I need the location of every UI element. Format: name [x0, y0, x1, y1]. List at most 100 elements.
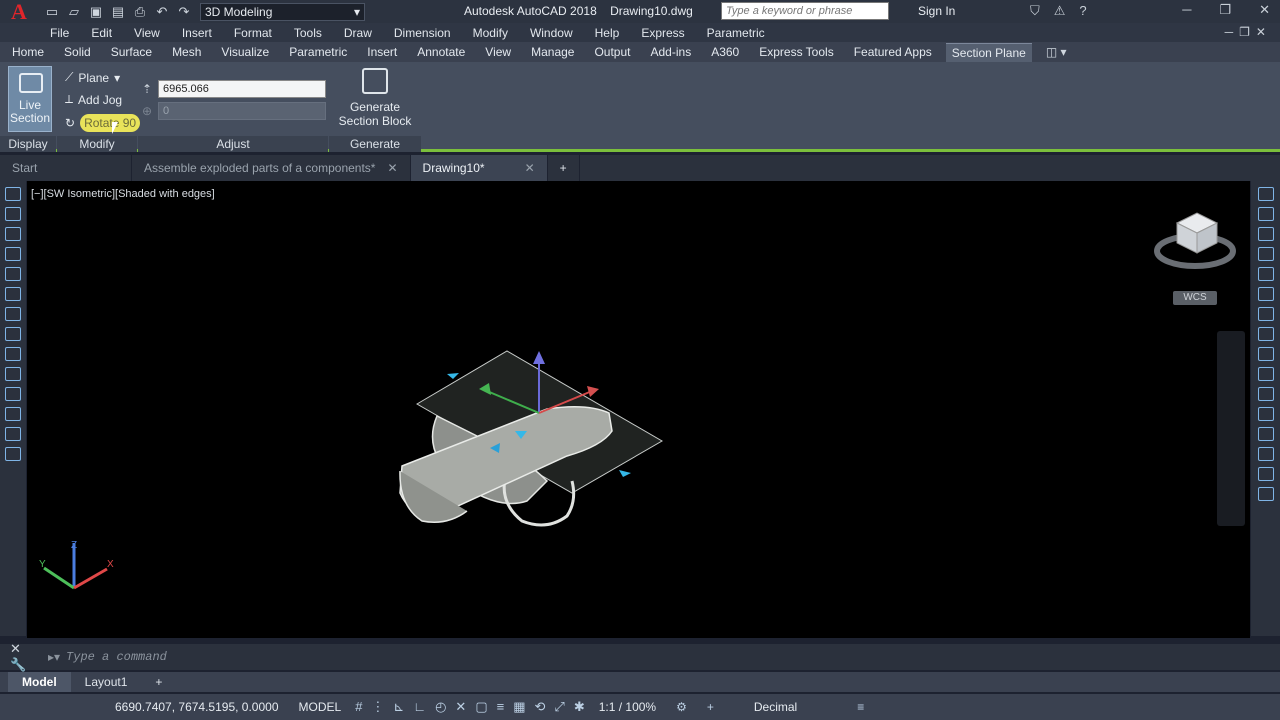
region-icon[interactable] — [5, 407, 21, 421]
add-jog-button[interactable]: ⟂ Add Jog — [65, 92, 122, 107]
close-tab-icon[interactable]: ✕ — [387, 161, 397, 175]
wcs-badge[interactable]: WCS — [1173, 291, 1217, 305]
scale-icon[interactable] — [1257, 327, 1274, 341]
coordinates-readout[interactable]: 6690.7407, 7674.5195, 0.0000 — [115, 700, 279, 714]
units-dropdown[interactable]: Decimal — [754, 700, 797, 714]
tab-section-plane[interactable]: Section Plane — [945, 42, 1032, 62]
snap-icon[interactable]: ⋮ — [371, 699, 384, 715]
erase-icon[interactable] — [1257, 187, 1274, 201]
command-prompt-icon[interactable]: ▸▾ — [48, 650, 60, 664]
explode-icon[interactable] — [1257, 487, 1274, 501]
hatch-icon[interactable] — [5, 387, 21, 401]
insert-block-icon[interactable] — [5, 347, 21, 361]
file-tab-drawing10[interactable]: Drawing10* ✕ — [410, 155, 548, 181]
close-tab-icon[interactable]: ✕ — [525, 161, 535, 175]
section-offset-field[interactable]: 6965.066 — [158, 80, 326, 98]
help-search-input[interactable]: Type a keyword or phrase — [721, 2, 889, 20]
new-icon[interactable]: ▭ — [44, 4, 60, 20]
tab-manage[interactable]: Manage — [531, 43, 574, 61]
file-tab-assemble[interactable]: Assemble exploded parts of a components*… — [132, 155, 411, 181]
table-icon[interactable] — [5, 427, 21, 441]
close-icon[interactable]: ✕ — [1259, 2, 1270, 18]
transparency-icon[interactable]: ▦ — [513, 699, 525, 715]
command-input[interactable]: Type a command — [66, 650, 167, 664]
open-icon[interactable]: ▱ — [66, 4, 82, 20]
autocad-logo[interactable]: A — [0, 0, 38, 24]
navigation-bar[interactable] — [1217, 331, 1245, 526]
ortho-icon[interactable]: ∟ — [413, 699, 426, 715]
infer-icon[interactable]: ⊾ — [393, 699, 404, 715]
rotate-icon[interactable] — [1257, 307, 1274, 321]
tab-solid[interactable]: Solid — [64, 43, 91, 61]
offset-icon[interactable] — [1257, 247, 1274, 261]
tab-surface[interactable]: Surface — [111, 43, 152, 61]
rotate-90-button[interactable]: ↻ Rotate 90 — [65, 114, 141, 132]
tab-layout1[interactable]: Layout1 — [71, 672, 142, 692]
join-icon[interactable] — [1257, 427, 1274, 441]
exchange-icon[interactable]: ⚠ — [1054, 3, 1066, 19]
restore-icon[interactable]: ❐ — [1219, 2, 1231, 18]
menu-draw[interactable]: Draw — [344, 26, 372, 40]
tab-visualize[interactable]: Visualize — [221, 43, 269, 61]
tab-express-tools[interactable]: Express Tools — [759, 43, 833, 61]
text-icon[interactable] — [5, 447, 21, 461]
line-icon[interactable] — [5, 187, 21, 201]
panel-display-label[interactable]: Display — [0, 136, 56, 152]
menu-dimension[interactable]: Dimension — [394, 26, 451, 40]
break-icon[interactable] — [1257, 407, 1274, 421]
menu-help[interactable]: Help — [595, 26, 620, 40]
plane-button[interactable]: ⟋ Plane ▾ — [65, 70, 120, 85]
menu-format[interactable]: Format — [234, 26, 272, 40]
stretch-icon[interactable] — [1257, 347, 1274, 361]
menu-express[interactable]: Express — [641, 26, 684, 40]
polygon-icon[interactable] — [5, 227, 21, 241]
generate-section-block-button[interactable]: Generate Section Block — [334, 68, 416, 128]
add-icon[interactable]: + — [707, 700, 714, 714]
live-section-button[interactable]: Live Section — [8, 66, 52, 132]
save-as-icon[interactable]: ▤ — [110, 4, 126, 20]
menu-insert[interactable]: Insert — [182, 26, 212, 40]
menu-window[interactable]: Window — [530, 26, 573, 40]
workspace-dropdown[interactable]: 3D Modeling ▾ — [200, 2, 365, 21]
tab-insert[interactable]: Insert — [367, 43, 397, 61]
print-icon[interactable]: ⎙ — [132, 4, 148, 20]
gizmo-icon[interactable]: ⤢ — [554, 699, 564, 715]
menu-modify[interactable]: Modify — [473, 26, 508, 40]
mirror-icon[interactable] — [1257, 227, 1274, 241]
viewcube[interactable] — [1154, 212, 1236, 269]
file-tab-start[interactable]: Start — [0, 155, 132, 181]
undo-icon[interactable]: ↶ — [154, 4, 170, 20]
extend-icon[interactable] — [1257, 387, 1274, 401]
menu-view[interactable]: View — [134, 26, 160, 40]
circle-icon[interactable] — [5, 287, 21, 301]
help-icon[interactable]: ? — [1079, 3, 1086, 19]
osnap-icon[interactable]: ✕ — [455, 699, 466, 715]
panel-adjust-label[interactable]: Adjust — [138, 136, 328, 152]
tab-view[interactable]: View — [485, 43, 511, 61]
section-angle-field[interactable]: 0 — [158, 102, 326, 120]
add-layout-button[interactable]: + — [141, 672, 176, 692]
tab-model[interactable]: Model — [8, 672, 71, 692]
command-line-controls[interactable]: ✕🔧 — [0, 641, 48, 673]
save-icon[interactable]: ▣ — [88, 4, 104, 20]
move-icon[interactable] — [1257, 287, 1274, 301]
annotation-visibility-icon[interactable]: ✱ — [574, 699, 585, 715]
annotation-scale[interactable]: 1:1 / 100% — [599, 700, 656, 714]
model-space-toggle[interactable]: MODEL — [299, 700, 342, 714]
menu-parametric[interactable]: Parametric — [707, 26, 765, 40]
array-icon[interactable] — [1257, 267, 1274, 281]
cart-icon[interactable]: ⛉ — [1030, 3, 1040, 19]
workspace-gear-icon[interactable]: ⚙ — [676, 700, 687, 714]
tab-mesh[interactable]: Mesh — [172, 43, 201, 61]
new-tab-button[interactable]: + — [548, 155, 580, 181]
menu-edit[interactable]: Edit — [91, 26, 112, 40]
grid-icon[interactable]: # — [355, 699, 362, 715]
rectangle-icon[interactable] — [5, 247, 21, 261]
fillet-icon[interactable] — [1257, 467, 1274, 481]
redo-icon[interactable]: ↷ — [176, 4, 192, 20]
osnap3d-icon[interactable]: ▢ — [475, 699, 487, 715]
tab-featured-apps[interactable]: Featured Apps — [854, 43, 932, 61]
customize-icon[interactable]: ≡ — [857, 700, 864, 714]
minimize-icon[interactable]: ─ — [1182, 2, 1191, 18]
drawing-viewport[interactable]: [−][SW Isometric][Shaded with edges] Z Y… — [27, 181, 1250, 638]
